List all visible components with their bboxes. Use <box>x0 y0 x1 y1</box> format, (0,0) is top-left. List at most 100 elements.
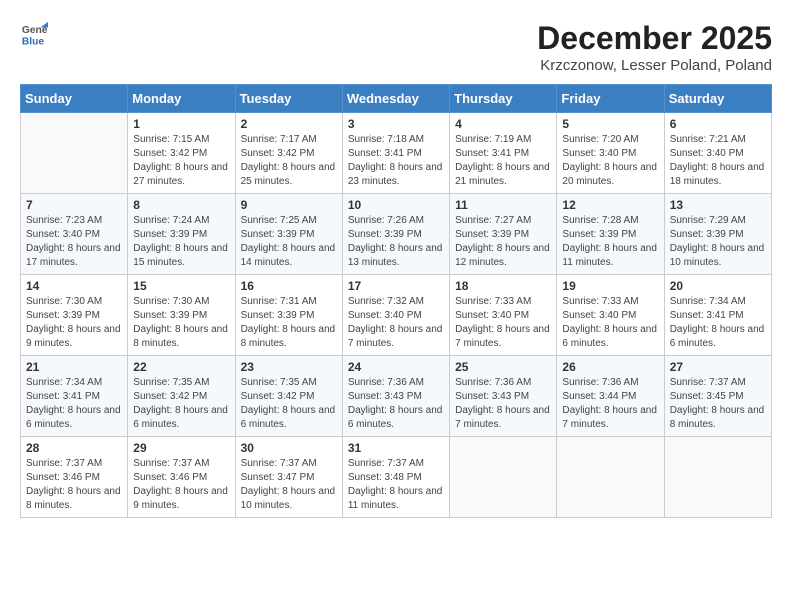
calendar-cell: 3 Sunrise: 7:18 AMSunset: 3:41 PMDaylight… <box>342 113 449 194</box>
day-info: Sunrise: 7:33 AMSunset: 3:40 PMDaylight:… <box>562 295 658 351</box>
day-info: Sunrise: 7:34 AMSunset: 3:41 PMDaylight:… <box>26 376 122 432</box>
calendar-cell <box>557 437 664 518</box>
calendar-cell: 30 Sunrise: 7:37 AMSunset: 3:47 PMDayligh… <box>235 437 342 518</box>
day-info: Sunrise: 7:21 AMSunset: 3:40 PMDaylight:… <box>670 133 766 189</box>
day-info: Sunrise: 7:37 AMSunset: 3:48 PMDaylight:… <box>348 457 444 513</box>
calendar-cell: 29Sunrise: 7:37 AMSunset: 3:46 PMDayligh… <box>128 437 235 518</box>
calendar-cell: 11 Sunrise: 7:27 AMSunset: 3:39 PMDayligh… <box>450 194 557 275</box>
calendar-week-row: 21Sunrise: 7:34 AMSunset: 3:41 PMDayligh… <box>21 356 772 437</box>
day-number: 18 <box>455 279 551 293</box>
day-number: 10 <box>348 198 444 212</box>
page-header: General Blue December 2025 Krzczonow, Le… <box>20 20 772 74</box>
day-info: Sunrise: 7:17 AMSunset: 3:42 PMDaylight:… <box>241 133 337 189</box>
day-info: Sunrise: 7:36 AMSunset: 3:43 PMDaylight:… <box>348 376 444 432</box>
calendar-cell: 24 Sunrise: 7:36 AMSunset: 3:43 PMDayligh… <box>342 356 449 437</box>
day-number: 19 <box>562 279 658 293</box>
day-number: 3 <box>348 117 444 131</box>
calendar-cell: 17Sunrise: 7:32 AMSunset: 3:40 PMDayligh… <box>342 275 449 356</box>
day-info: Sunrise: 7:31 AMSunset: 3:39 PMDaylight:… <box>241 295 337 351</box>
day-info: Sunrise: 7:37 AMSunset: 3:46 PMDaylight:… <box>26 457 122 513</box>
day-number: 17 <box>348 279 444 293</box>
column-header-tuesday: Tuesday <box>235 85 342 113</box>
calendar-cell: 5 Sunrise: 7:20 AMSunset: 3:40 PMDaylight… <box>557 113 664 194</box>
day-number: 2 <box>241 117 337 131</box>
column-header-sunday: Sunday <box>21 85 128 113</box>
calendar-cell: 21Sunrise: 7:34 AMSunset: 3:41 PMDayligh… <box>21 356 128 437</box>
day-number: 6 <box>670 117 766 131</box>
calendar-cell: 2 Sunrise: 7:17 AMSunset: 3:42 PMDaylight… <box>235 113 342 194</box>
page-subtitle: Krzczonow, Lesser Poland, Poland <box>537 57 772 74</box>
column-header-wednesday: Wednesday <box>342 85 449 113</box>
day-number: 14 <box>26 279 122 293</box>
column-header-thursday: Thursday <box>450 85 557 113</box>
column-header-saturday: Saturday <box>664 85 771 113</box>
calendar-cell: 15Sunrise: 7:30 AMSunset: 3:39 PMDayligh… <box>128 275 235 356</box>
day-info: Sunrise: 7:37 AMSunset: 3:46 PMDaylight:… <box>133 457 229 513</box>
day-number: 22 <box>133 360 229 374</box>
calendar-cell: 31 Sunrise: 7:37 AMSunset: 3:48 PMDayligh… <box>342 437 449 518</box>
day-info: Sunrise: 7:15 AMSunset: 3:42 PMDaylight:… <box>133 133 229 189</box>
day-info: Sunrise: 7:28 AMSunset: 3:39 PMDaylight:… <box>562 214 658 270</box>
calendar-cell: 19 Sunrise: 7:33 AMSunset: 3:40 PMDayligh… <box>557 275 664 356</box>
svg-text:Blue: Blue <box>22 36 45 47</box>
day-info: Sunrise: 7:23 AMSunset: 3:40 PMDaylight:… <box>26 214 122 270</box>
day-info: Sunrise: 7:26 AMSunset: 3:39 PMDaylight:… <box>348 214 444 270</box>
day-number: 9 <box>241 198 337 212</box>
day-info: Sunrise: 7:25 AMSunset: 3:39 PMDaylight:… <box>241 214 337 270</box>
calendar-week-row: 7Sunrise: 7:23 AMSunset: 3:40 PMDaylight… <box>21 194 772 275</box>
calendar-cell: 13 Sunrise: 7:29 AMSunset: 3:39 PMDayligh… <box>664 194 771 275</box>
day-info: Sunrise: 7:34 AMSunset: 3:41 PMDaylight:… <box>670 295 766 351</box>
logo: General Blue <box>20 20 48 48</box>
column-header-monday: Monday <box>128 85 235 113</box>
day-info: Sunrise: 7:33 AMSunset: 3:40 PMDaylight:… <box>455 295 551 351</box>
calendar-cell: 10 Sunrise: 7:26 AMSunset: 3:39 PMDayligh… <box>342 194 449 275</box>
calendar-cell: 14 Sunrise: 7:30 AMSunset: 3:39 PMDayligh… <box>21 275 128 356</box>
calendar-cell: 27Sunrise: 7:37 AMSunset: 3:45 PMDayligh… <box>664 356 771 437</box>
day-number: 30 <box>241 441 337 455</box>
day-number: 26 <box>562 360 658 374</box>
calendar-cell: 18 Sunrise: 7:33 AMSunset: 3:40 PMDayligh… <box>450 275 557 356</box>
day-info: Sunrise: 7:20 AMSunset: 3:40 PMDaylight:… <box>562 133 658 189</box>
day-info: Sunrise: 7:27 AMSunset: 3:39 PMDaylight:… <box>455 214 551 270</box>
day-info: Sunrise: 7:29 AMSunset: 3:39 PMDaylight:… <box>670 214 766 270</box>
calendar-cell: 28 Sunrise: 7:37 AMSunset: 3:46 PMDayligh… <box>21 437 128 518</box>
day-number: 23 <box>241 360 337 374</box>
day-number: 28 <box>26 441 122 455</box>
day-number: 31 <box>348 441 444 455</box>
calendar-header-row: SundayMondayTuesdayWednesdayThursdayFrid… <box>21 85 772 113</box>
day-info: Sunrise: 7:30 AMSunset: 3:39 PMDaylight:… <box>26 295 122 351</box>
logo-icon: General Blue <box>20 20 48 48</box>
calendar-cell <box>450 437 557 518</box>
calendar-cell: 4Sunrise: 7:19 AMSunset: 3:41 PMDaylight… <box>450 113 557 194</box>
calendar-week-row: 1 Sunrise: 7:15 AMSunset: 3:42 PMDaylight… <box>21 113 772 194</box>
calendar-week-row: 28 Sunrise: 7:37 AMSunset: 3:46 PMDayligh… <box>21 437 772 518</box>
day-number: 13 <box>670 198 766 212</box>
day-number: 5 <box>562 117 658 131</box>
day-info: Sunrise: 7:36 AMSunset: 3:44 PMDaylight:… <box>562 376 658 432</box>
calendar-cell: 6 Sunrise: 7:21 AMSunset: 3:40 PMDaylight… <box>664 113 771 194</box>
calendar-cell <box>21 113 128 194</box>
calendar-cell: 1 Sunrise: 7:15 AMSunset: 3:42 PMDaylight… <box>128 113 235 194</box>
title-block: December 2025 Krzczonow, Lesser Poland, … <box>537 20 772 74</box>
day-number: 12 <box>562 198 658 212</box>
column-header-friday: Friday <box>557 85 664 113</box>
day-number: 20 <box>670 279 766 293</box>
calendar-cell: 20 Sunrise: 7:34 AMSunset: 3:41 PMDayligh… <box>664 275 771 356</box>
day-number: 27 <box>670 360 766 374</box>
day-info: Sunrise: 7:35 AMSunset: 3:42 PMDaylight:… <box>133 376 229 432</box>
day-number: 8 <box>133 198 229 212</box>
day-number: 11 <box>455 198 551 212</box>
day-info: Sunrise: 7:36 AMSunset: 3:43 PMDaylight:… <box>455 376 551 432</box>
calendar-cell: 23 Sunrise: 7:35 AMSunset: 3:42 PMDayligh… <box>235 356 342 437</box>
day-number: 24 <box>348 360 444 374</box>
calendar-cell: 25Sunrise: 7:36 AMSunset: 3:43 PMDayligh… <box>450 356 557 437</box>
day-info: Sunrise: 7:35 AMSunset: 3:42 PMDaylight:… <box>241 376 337 432</box>
day-info: Sunrise: 7:37 AMSunset: 3:47 PMDaylight:… <box>241 457 337 513</box>
calendar-cell: 26 Sunrise: 7:36 AMSunset: 3:44 PMDayligh… <box>557 356 664 437</box>
calendar-cell: 8Sunrise: 7:24 AMSunset: 3:39 PMDaylight… <box>128 194 235 275</box>
day-info: Sunrise: 7:19 AMSunset: 3:41 PMDaylight:… <box>455 133 551 189</box>
day-info: Sunrise: 7:18 AMSunset: 3:41 PMDaylight:… <box>348 133 444 189</box>
day-number: 1 <box>133 117 229 131</box>
calendar-week-row: 14 Sunrise: 7:30 AMSunset: 3:39 PMDayligh… <box>21 275 772 356</box>
calendar-cell <box>664 437 771 518</box>
